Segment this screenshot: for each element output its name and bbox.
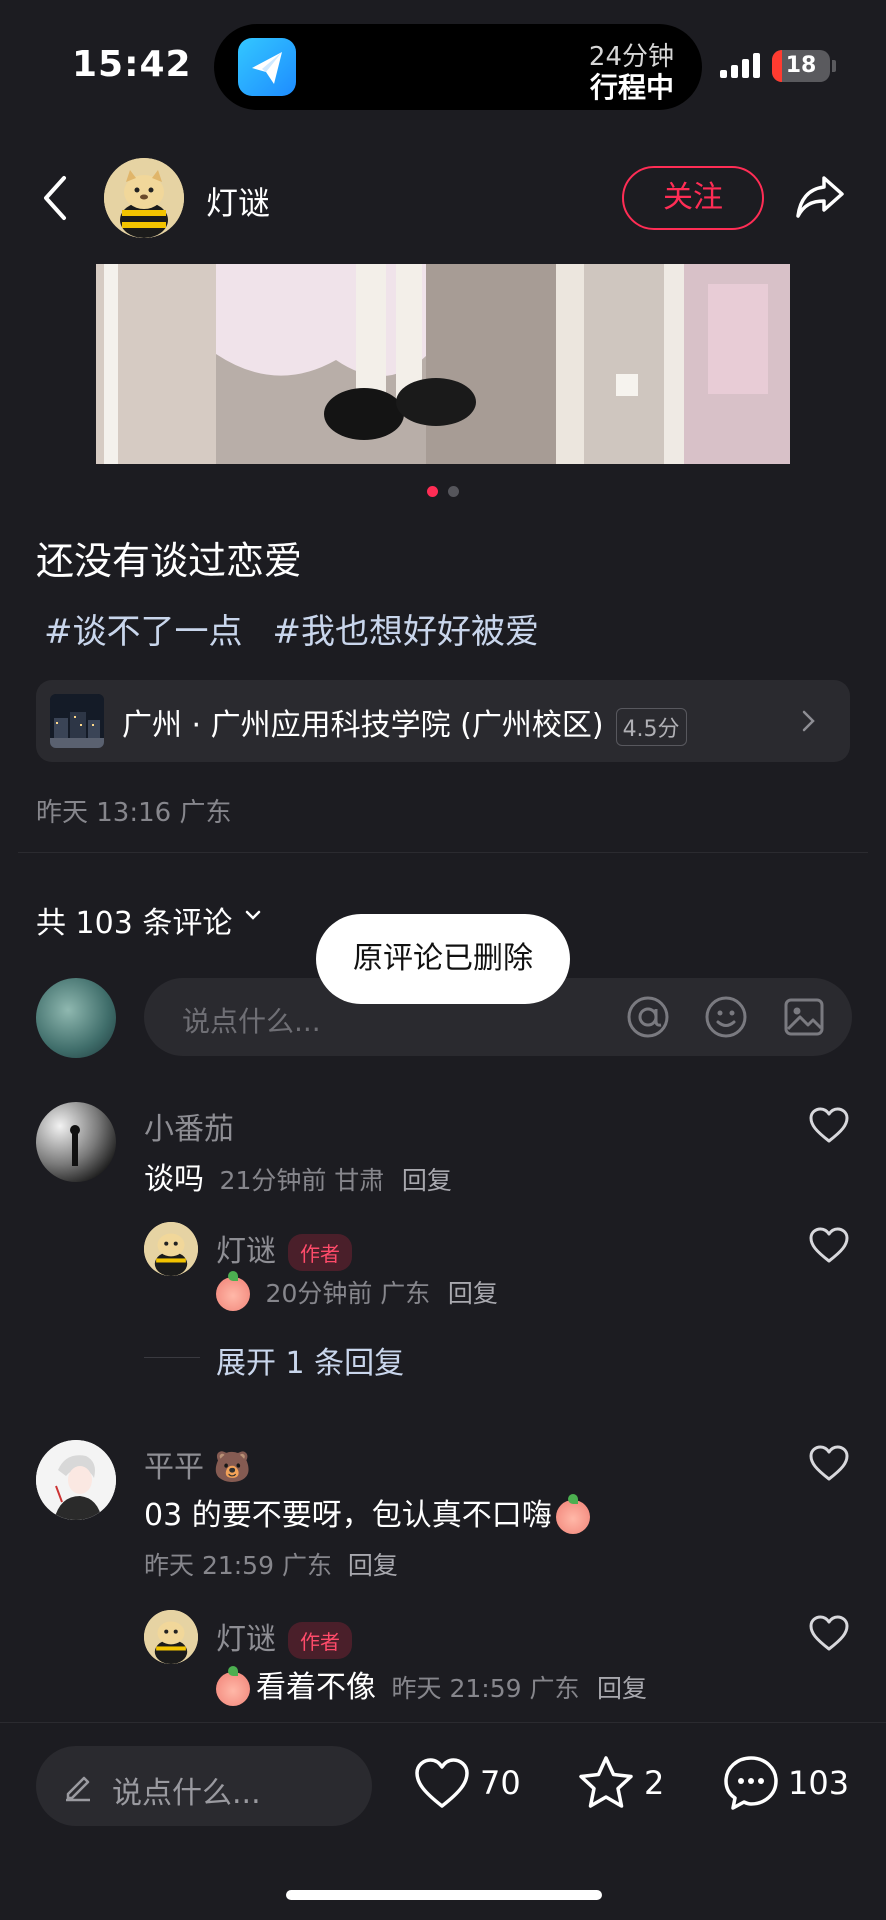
comment-body-line: 03 的要不要呀，包认真不口嗨 bbox=[144, 1490, 596, 1534]
comment-text: 谈吗 21分钟前 甘肃 回复 bbox=[144, 1154, 452, 1198]
carousel-indicator bbox=[0, 486, 886, 497]
post-time-location: 昨天 13:16 广东 bbox=[36, 798, 232, 828]
bottom-divider bbox=[0, 1722, 886, 1723]
star-icon[interactable] bbox=[576, 1754, 636, 1812]
comment-meta: 昨天 21:59 广东 bbox=[144, 1551, 332, 1580]
tag-link[interactable]: #谈不了一点 bbox=[44, 612, 243, 652]
author-badge: 作者 bbox=[288, 1234, 352, 1271]
peach-emoji-icon bbox=[216, 1270, 250, 1311]
post-title: 还没有谈过恋爱 bbox=[36, 539, 303, 583]
author-badge: 作者 bbox=[288, 1622, 352, 1659]
peach-emoji-icon bbox=[216, 1665, 250, 1706]
bottom-comment-input[interactable]: 说点什么... bbox=[36, 1746, 372, 1826]
pencil-icon bbox=[62, 1770, 94, 1802]
battery-percent: 18 bbox=[785, 53, 817, 78]
battery-icon: 18 bbox=[772, 50, 830, 82]
carousel-dot[interactable] bbox=[448, 486, 459, 497]
comment-like-heart-icon[interactable] bbox=[808, 1106, 850, 1144]
home-indicator[interactable] bbox=[286, 1890, 602, 1900]
reply-link[interactable]: 回复 bbox=[448, 1279, 498, 1308]
comment-meta: 21分钟前 甘肃 bbox=[219, 1166, 385, 1195]
comment-input-placeholder: 说点什么... bbox=[182, 1005, 321, 1038]
navigation-app-icon bbox=[238, 38, 296, 96]
location-text: 广州 · 广州应用科技学院 (广州校区) 4.5分 bbox=[122, 700, 687, 746]
status-time: 15:42 bbox=[72, 44, 192, 85]
back-chevron-icon[interactable] bbox=[38, 174, 74, 222]
expand-divider bbox=[144, 1357, 200, 1358]
star-count: 2 bbox=[644, 1764, 665, 1802]
emoji-icon[interactable] bbox=[704, 995, 748, 1039]
image-icon[interactable] bbox=[782, 995, 826, 1039]
current-user-avatar bbox=[36, 978, 116, 1058]
post-image[interactable] bbox=[96, 264, 790, 464]
reply-link[interactable]: 回复 bbox=[402, 1166, 452, 1195]
reply-like-heart-icon[interactable] bbox=[808, 1614, 850, 1652]
commenter-name[interactable]: 小番茄 bbox=[144, 1104, 234, 1148]
like-count: 70 bbox=[480, 1764, 521, 1802]
reply-author-name[interactable]: 灯谜 bbox=[216, 1622, 276, 1657]
peach-emoji-icon bbox=[555, 1493, 590, 1534]
follow-button[interactable]: 关注 bbox=[622, 166, 764, 230]
author-reply-avatar[interactable] bbox=[144, 1222, 198, 1276]
like-heart-icon[interactable] bbox=[414, 1756, 470, 1810]
share-icon[interactable] bbox=[794, 172, 846, 220]
location-card[interactable]: 广州 · 广州应用科技学院 (广州校区) 4.5分 bbox=[36, 680, 850, 762]
comment-like-heart-icon[interactable] bbox=[808, 1444, 850, 1482]
chevron-right-icon bbox=[802, 710, 816, 732]
reply-link[interactable]: 回复 bbox=[597, 1674, 647, 1703]
author-avatar[interactable] bbox=[104, 158, 184, 238]
expand-replies-button[interactable]: 展开 1 条回复 bbox=[216, 1338, 404, 1382]
comment-meta-line: 昨天 21:59 广东 回复 bbox=[144, 1546, 398, 1582]
tag-link[interactable]: #我也想好好被爱 bbox=[273, 612, 540, 652]
commenter-avatar[interactable] bbox=[36, 1102, 116, 1182]
author-reply-avatar[interactable] bbox=[144, 1610, 198, 1664]
post-tags: #谈不了一点 #我也想好好被爱 bbox=[44, 604, 569, 653]
commenter-avatar[interactable] bbox=[36, 1440, 116, 1520]
battery-tip bbox=[832, 60, 836, 72]
mention-icon[interactable] bbox=[626, 995, 670, 1039]
comment-body: 03 的要不要呀，包认真不口嗨 bbox=[144, 1498, 552, 1533]
reply-meta: 昨天 21:59 广东 bbox=[391, 1674, 580, 1703]
reply-link[interactable]: 回复 bbox=[348, 1551, 398, 1580]
comment-bubble-icon[interactable] bbox=[722, 1754, 780, 1812]
reply-author: 灯谜 作者 bbox=[216, 1614, 352, 1659]
chevron-down-icon[interactable] bbox=[244, 906, 262, 924]
signal-icon bbox=[720, 52, 762, 80]
comment-count: 103 bbox=[788, 1764, 850, 1802]
location-score: 4.5分 bbox=[615, 707, 687, 746]
bottom-input-placeholder: 说点什么... bbox=[112, 1776, 261, 1811]
commenter-name[interactable]: 平平 🐻 bbox=[144, 1442, 251, 1486]
reply-text: 看着不像 昨天 21:59 广东 回复 bbox=[216, 1662, 647, 1706]
comment-body: 谈吗 bbox=[144, 1162, 204, 1197]
location-thumbnail bbox=[50, 694, 104, 748]
toast-message: 原评论已删除 bbox=[316, 914, 570, 1004]
carousel-dot[interactable] bbox=[427, 486, 438, 497]
location-name: 广州 · 广州应用科技学院 (广州校区) bbox=[122, 708, 604, 743]
reply-like-heart-icon[interactable] bbox=[808, 1226, 850, 1264]
author-name[interactable]: 灯谜 bbox=[206, 178, 270, 224]
reply-author-name[interactable]: 灯谜 bbox=[216, 1234, 276, 1269]
reply-author: 灯谜 作者 bbox=[216, 1226, 352, 1271]
reply-meta: 20分钟前 广东 bbox=[265, 1279, 431, 1308]
activity-status: 行程中 bbox=[589, 71, 674, 104]
reply-text: 20分钟前 广东 回复 bbox=[216, 1270, 498, 1311]
divider bbox=[18, 852, 868, 853]
reply-body: 看着不像 bbox=[256, 1670, 376, 1705]
comment-count-sort[interactable]: 共 103 条评论 bbox=[36, 898, 232, 942]
